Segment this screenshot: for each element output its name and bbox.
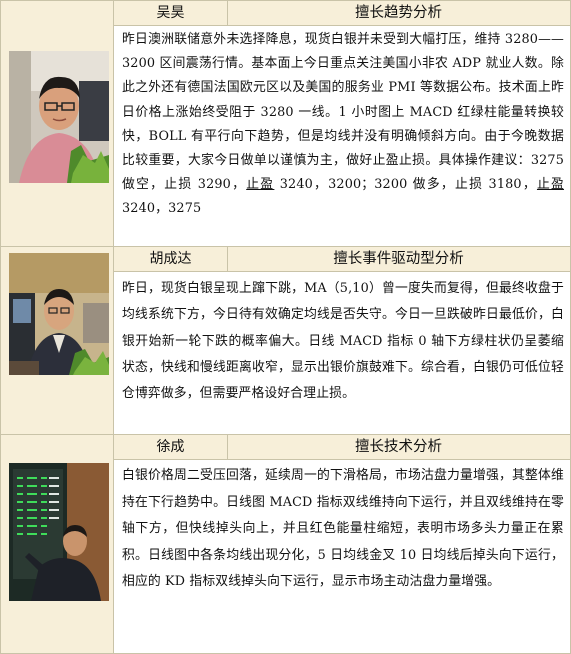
analyst-photo: [9, 51, 109, 183]
analyst-specialty: 擅长事件驱动型分析: [333, 251, 464, 267]
analyst-specialty: 擅长趋势分析: [355, 5, 442, 21]
row-header: 徐成 擅长技术分析: [114, 435, 570, 460]
analyst-row: 徐成 擅长技术分析 白银价格周二受压回落，延续周一的下滑格局，市场沽盘力量增强，…: [1, 435, 570, 653]
photo-cell: [1, 247, 114, 434]
analyst-name: 吴昊: [114, 1, 228, 25]
analysis-text: 白银价格周二受压回落，延续周一的下滑格局，市场沽盘力量增强，其整体维持在下行趋势…: [114, 460, 570, 653]
photo-cell: [1, 1, 114, 246]
analysis-text: 昨日，现货白银呈现上蹿下跳，MA（5,10）曾一度失而复得，但最终收盘于均线系统…: [114, 272, 570, 434]
analyst-specialty: 擅长技术分析: [355, 439, 442, 455]
analysis-text-part: 昨日澳洲联储意外未选择降息，现货白银并未受到大幅打压，维持 3280——3200…: [122, 32, 564, 193]
row-header: 吴昊 擅长趋势分析: [114, 1, 570, 26]
analysis-text-underline: 止盈: [246, 177, 275, 193]
analysis-text-underline: 止盈: [536, 177, 564, 193]
analysis-text-part: 3240，3275: [122, 201, 202, 217]
analyst-name: 胡成达: [114, 247, 228, 271]
analyst-row: 吴昊 擅长趋势分析 昨日澳洲联储意外未选择降息，现货白银并未受到大幅打压，维持 …: [1, 1, 570, 246]
analysis-text: 昨日澳洲联储意外未选择降息，现货白银并未受到大幅打压，维持 3280——3200…: [114, 26, 570, 246]
row-header: 胡成达 擅长事件驱动型分析: [114, 247, 570, 272]
analyst-photo: [9, 253, 109, 375]
analyst-table: 吴昊 擅长趋势分析 昨日澳洲联储意外未选择降息，现货白银并未受到大幅打压，维持 …: [0, 0, 571, 654]
analysis-text-part: 3240，3200；3200 做多，止损 3180，: [274, 177, 537, 193]
analyst-photo: [9, 463, 109, 601]
analyst-name: 徐成: [114, 435, 228, 459]
photo-cell: [1, 435, 114, 653]
analyst-row: 胡成达 擅长事件驱动型分析 昨日，现货白银呈现上蹿下跳，MA（5,10）曾一度失…: [1, 247, 570, 434]
